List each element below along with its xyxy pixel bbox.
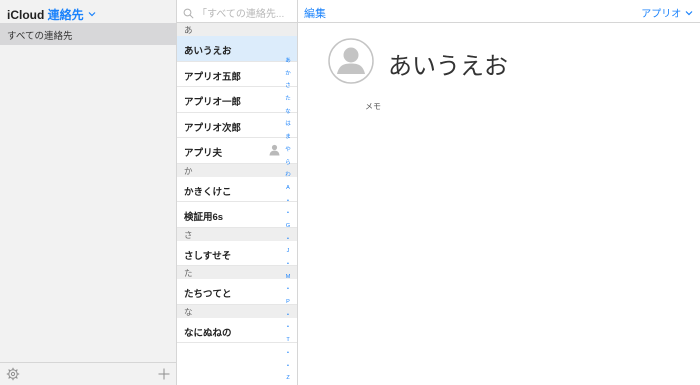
- index-letter[interactable]: •: [281, 321, 295, 334]
- gear-icon[interactable]: [6, 367, 20, 381]
- sidebar: iCloud 連絡先 すべての連絡先: [0, 0, 177, 385]
- edit-button[interactable]: 編集: [304, 5, 326, 21]
- index-letter[interactable]: •: [281, 360, 295, 373]
- index-letter[interactable]: Z: [281, 372, 295, 385]
- chevron-down-icon: [88, 12, 96, 17]
- index-letter[interactable]: ら: [281, 157, 295, 170]
- search-field[interactable]: 「すべての連絡先...: [177, 0, 297, 23]
- account-menu-button[interactable]: アプリオ: [641, 5, 693, 20]
- add-icon[interactable]: [157, 367, 171, 381]
- contact-name: なにぬねの: [184, 327, 232, 339]
- person-icon: [269, 144, 280, 156]
- index-letter[interactable]: た: [281, 93, 295, 106]
- index-letter[interactable]: •: [281, 195, 295, 208]
- list-item[interactable]: たちつてと: [177, 279, 297, 305]
- contact-detail: 編集 アプリオ あいうえお メモ: [298, 0, 700, 385]
- alphabet-index[interactable]: あ か さ た な は ま や ら わ A • • G • J • M • P …: [281, 55, 295, 385]
- section-header: さ: [177, 227, 297, 241]
- avatar: [328, 38, 374, 84]
- sidebar-item-all-contacts[interactable]: すべての連絡先: [0, 23, 176, 45]
- index-letter[interactable]: わ: [281, 169, 295, 182]
- sidebar-item-label: すべての連絡先: [7, 31, 73, 42]
- index-letter[interactable]: •: [281, 207, 295, 220]
- index-letter[interactable]: •: [281, 233, 295, 246]
- index-letter[interactable]: G: [281, 220, 295, 233]
- index-letter[interactable]: P: [281, 296, 295, 309]
- index-letter[interactable]: •: [281, 258, 295, 271]
- index-letter[interactable]: A: [281, 182, 295, 195]
- section-header: た: [177, 266, 297, 279]
- account-name: アプリオ: [641, 9, 682, 20]
- list-item[interactable]: さしすせそ: [177, 241, 297, 266]
- app-header[interactable]: iCloud 連絡先: [0, 0, 176, 23]
- list-item[interactable]: かきくけこ: [177, 177, 297, 202]
- contact-list: 「すべての連絡先... あ あいうえお アプリオ五郎 アプリオ一郎 アプリオ次郎…: [177, 0, 298, 385]
- contact-name: アプリオ次郎: [184, 122, 242, 134]
- list-item[interactable]: アプリオ一郎: [177, 87, 297, 113]
- list-item[interactable]: 検証用6s: [177, 202, 297, 228]
- index-letter[interactable]: や: [281, 144, 295, 157]
- list-item[interactable]: アプリオ次郎: [177, 113, 297, 138]
- index-letter[interactable]: •: [281, 347, 295, 360]
- index-letter[interactable]: は: [281, 118, 295, 131]
- app-name: iCloud: [7, 8, 45, 22]
- index-letter[interactable]: J: [281, 245, 295, 258]
- list-item[interactable]: なにぬねの: [177, 318, 297, 343]
- sidebar-footer: [0, 362, 176, 385]
- contact-name: アプリオ一郎: [184, 97, 242, 108]
- section-header: な: [177, 304, 297, 318]
- index-letter[interactable]: •: [281, 309, 295, 322]
- index-letter[interactable]: あ: [281, 55, 295, 68]
- search-icon: [183, 8, 194, 19]
- section-header: か: [177, 163, 297, 177]
- index-letter[interactable]: M: [281, 271, 295, 284]
- memo-label: メモ: [365, 102, 381, 111]
- detail-toolbar: 編集 アプリオ: [298, 0, 700, 23]
- search-placeholder: 「すべての連絡先...: [197, 9, 285, 20]
- contact-name-heading: あいうえお: [388, 53, 508, 80]
- index-letter[interactable]: ま: [281, 131, 295, 144]
- section-name: 連絡先: [47, 8, 84, 22]
- list-item[interactable]: アプリ夫: [177, 138, 297, 164]
- contact-name: アプリオ五郎: [184, 71, 242, 83]
- chevron-down-icon: [685, 11, 693, 16]
- contact-name: さしすせそ: [184, 250, 232, 262]
- index-letter[interactable]: な: [281, 106, 295, 119]
- contact-name: 検証用6s: [184, 212, 224, 223]
- index-letter[interactable]: T: [281, 334, 295, 347]
- contact-name: かきくけこ: [184, 186, 232, 198]
- list-item-selected[interactable]: あいうえお: [177, 36, 297, 62]
- list-item[interactable]: アプリオ五郎: [177, 62, 297, 87]
- section-header: あ: [177, 23, 297, 36]
- contact-name: アプリ夫: [184, 148, 223, 159]
- contact-name: あいうえお: [184, 46, 232, 57]
- index-letter[interactable]: •: [281, 283, 295, 296]
- contact-name: たちつてと: [184, 289, 232, 300]
- index-letter[interactable]: さ: [281, 80, 295, 93]
- index-letter[interactable]: か: [281, 68, 295, 81]
